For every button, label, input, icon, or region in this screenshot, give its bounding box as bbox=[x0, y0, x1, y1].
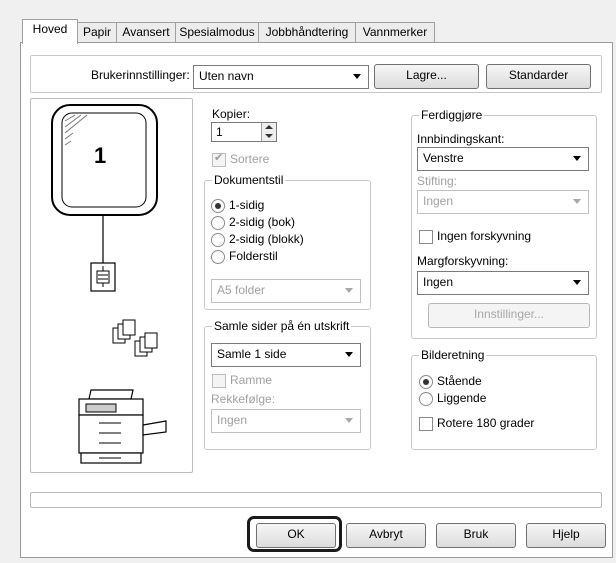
check-icon: ✔ bbox=[214, 152, 224, 164]
border-label: Ramme bbox=[230, 373, 273, 387]
chevron-down-icon bbox=[345, 288, 353, 293]
tab-hoved[interactable]: Hoved bbox=[22, 19, 78, 44]
finishing-title: Ferdiggjøre bbox=[419, 108, 485, 122]
radio-folderstil-label: Folderstil bbox=[229, 249, 278, 263]
preview-page-number: 1 bbox=[94, 143, 107, 168]
folder-value: A5 folder bbox=[217, 283, 266, 297]
radio-2-sidig-blokk[interactable] bbox=[211, 233, 225, 247]
no-offset-checkbox[interactable] bbox=[419, 230, 433, 244]
radio-landscape[interactable] bbox=[419, 392, 433, 406]
staple-value: Ingen bbox=[423, 194, 454, 208]
radio-2-sidig-bok[interactable] bbox=[211, 216, 225, 230]
binding-select[interactable]: Venstre bbox=[417, 147, 589, 171]
info-bar bbox=[30, 492, 602, 508]
orientation-title: Bilderetning bbox=[419, 348, 487, 362]
radio-1-sidig-label: 1-sidig bbox=[229, 198, 265, 212]
chevron-down-icon bbox=[573, 199, 581, 204]
order-label: Rekkefølge: bbox=[211, 392, 276, 406]
rotate-checkbox[interactable] bbox=[419, 417, 433, 431]
tab-spesialmodus[interactable]: Spesialmodus bbox=[175, 22, 259, 43]
printer-preview-illustration bbox=[51, 104, 167, 464]
radio-folderstil[interactable] bbox=[211, 250, 225, 264]
radio-portrait-label: Stående bbox=[437, 374, 482, 388]
binding-label: Innbindingskant: bbox=[417, 132, 505, 146]
cancel-button[interactable]: Avbryt bbox=[346, 523, 426, 548]
tab-avansert[interactable]: Avansert bbox=[116, 22, 176, 43]
chevron-down-icon bbox=[353, 74, 361, 79]
user-settings-label: Brukerinnstillinger: bbox=[91, 68, 190, 82]
folder-select[interactable]: A5 folder bbox=[211, 279, 361, 303]
order-value: Ingen bbox=[217, 413, 248, 427]
staple-label: Stifting: bbox=[417, 174, 458, 188]
collate-label: Sortere bbox=[230, 152, 270, 166]
margin-value: Ingen bbox=[423, 275, 454, 289]
nup-select[interactable]: Samle 1 side bbox=[211, 343, 361, 367]
apply-button[interactable]: Bruk bbox=[436, 523, 516, 548]
rotate-label: Rotere 180 grader bbox=[437, 416, 535, 430]
chevron-down-icon bbox=[345, 352, 353, 357]
copies-spinner[interactable] bbox=[261, 123, 276, 141]
radio-2-sidig-blokk-label: 2-sidig (blokk) bbox=[229, 232, 304, 246]
preview-pane: 1 bbox=[30, 98, 193, 473]
radio-landscape-label: Liggende bbox=[437, 391, 487, 405]
order-select[interactable]: Ingen bbox=[211, 409, 361, 433]
radio-portrait[interactable] bbox=[419, 375, 433, 389]
tab-jobbhandtering[interactable]: Jobbhåndtering bbox=[258, 22, 356, 43]
copies-label: Kopier: bbox=[212, 107, 251, 121]
copies-value: 1 bbox=[216, 125, 223, 139]
spin-down-icon bbox=[265, 134, 273, 138]
no-offset-label: Ingen forskyvning bbox=[437, 229, 532, 243]
finishing-settings-button[interactable]: Innstillinger... bbox=[428, 303, 590, 328]
help-button[interactable]: Hjelp bbox=[526, 523, 606, 548]
tab-vannmerker[interactable]: Vannmerker bbox=[355, 22, 435, 43]
nup-value: Samle 1 side bbox=[217, 347, 287, 361]
save-button[interactable]: Lagre... bbox=[374, 64, 479, 89]
radio-1-sidig[interactable] bbox=[211, 199, 225, 213]
tab-papir[interactable]: Papir bbox=[77, 22, 117, 43]
copies-input[interactable]: 1 bbox=[211, 122, 277, 142]
user-settings-value: Uten navn bbox=[199, 69, 254, 83]
document-style-title: Dokumentstil bbox=[212, 173, 286, 187]
defaults-button[interactable]: Standarder bbox=[486, 64, 591, 89]
border-checkbox[interactable] bbox=[212, 374, 226, 388]
margin-select[interactable]: Ingen bbox=[417, 271, 589, 295]
staple-select[interactable]: Ingen bbox=[417, 190, 589, 214]
chevron-down-icon bbox=[573, 156, 581, 161]
user-settings-select[interactable]: Uten navn bbox=[193, 65, 369, 89]
chevron-down-icon bbox=[345, 418, 353, 423]
margin-label: Margforskyvning: bbox=[417, 254, 509, 268]
chevron-down-icon bbox=[573, 280, 581, 285]
spin-up-icon bbox=[265, 125, 273, 129]
binding-value: Venstre bbox=[423, 151, 464, 165]
nup-title: Samle sider på én utskrift bbox=[212, 319, 352, 333]
main-panel: Brukerinnstillinger: Uten navn Lagre... … bbox=[20, 42, 613, 558]
ok-button[interactable]: OK bbox=[256, 523, 336, 548]
radio-2-sidig-bok-label: 2-sidig (bok) bbox=[229, 215, 296, 229]
collate-checkbox[interactable]: ✔ bbox=[212, 152, 226, 167]
